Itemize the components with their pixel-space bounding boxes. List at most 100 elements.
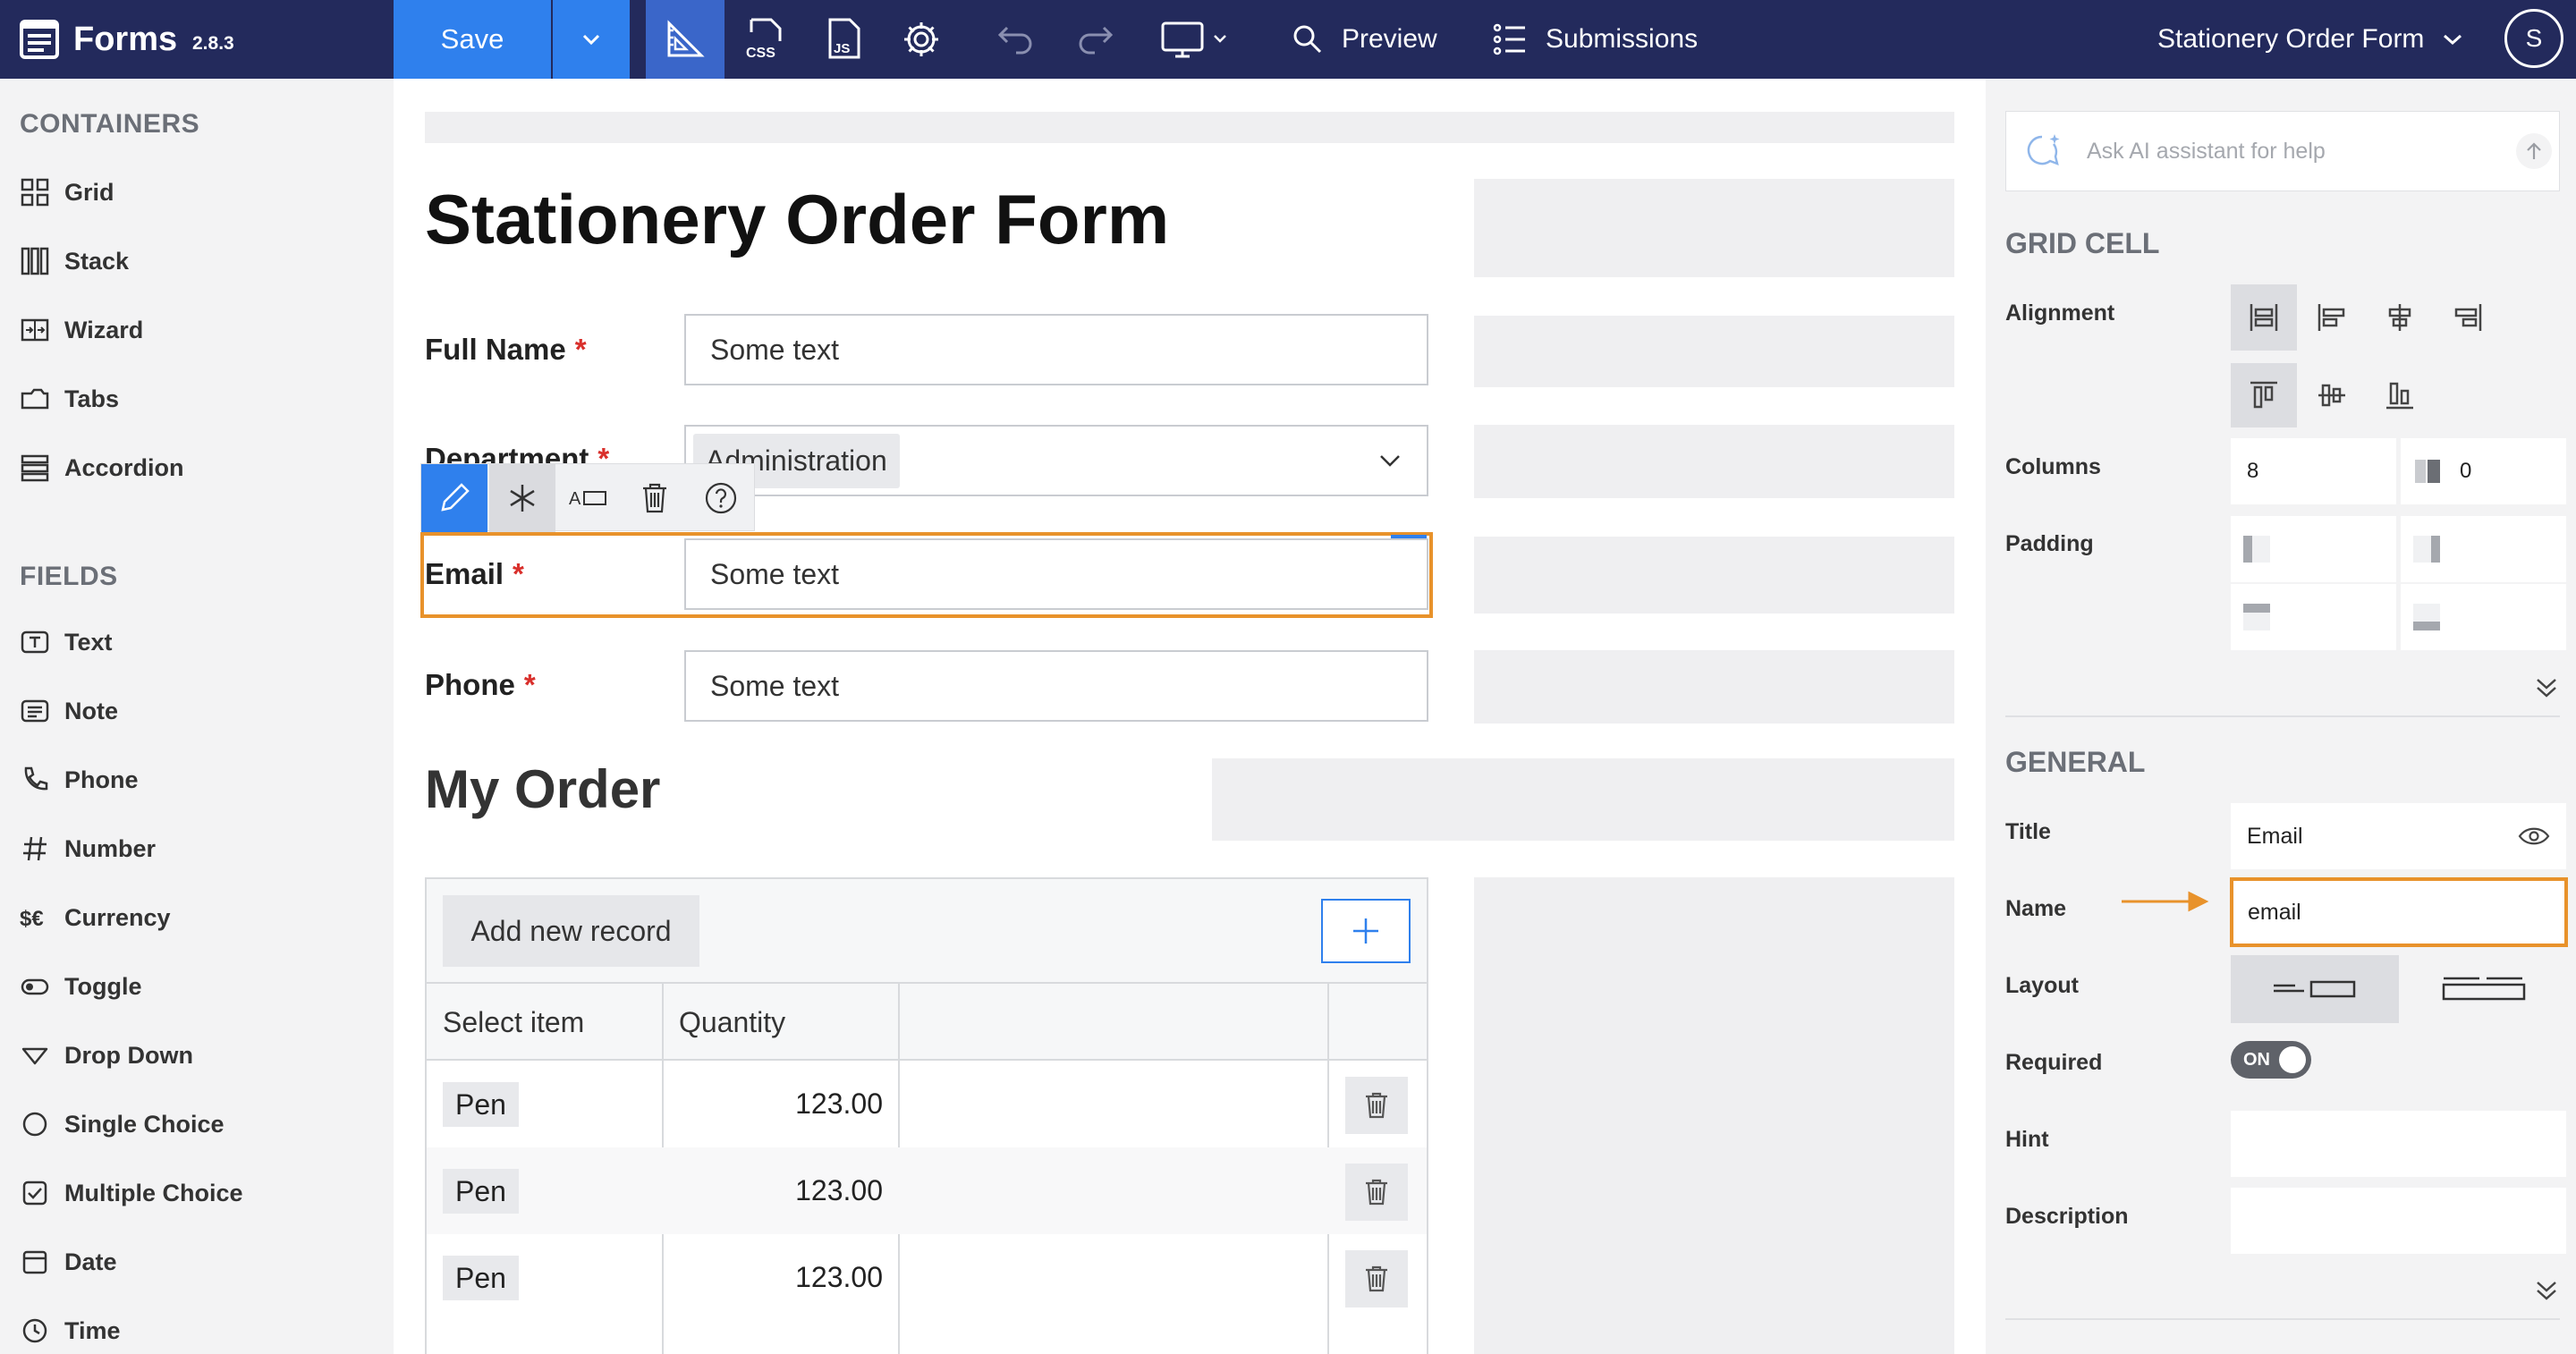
edit-element-button[interactable] <box>421 464 487 532</box>
item-chip[interactable]: Pen <box>443 1169 519 1214</box>
sidebar-item-label: Single Choice <box>64 1110 225 1138</box>
placeholder-cell[interactable] <box>1212 758 1954 841</box>
description-input[interactable] <box>2231 1188 2566 1254</box>
form-title[interactable]: Stationery Order Form <box>425 179 1169 260</box>
dropdown-icon <box>20 1040 50 1071</box>
placeholder-cell[interactable] <box>1474 537 1954 614</box>
device-preview-button[interactable] <box>1161 0 1236 79</box>
section-divider <box>2005 1318 2560 1320</box>
align-stretch-button[interactable] <box>2231 284 2297 351</box>
label-position-button[interactable]: A <box>555 464 622 532</box>
sidebar-item-dropdown[interactable]: Drop Down <box>20 1033 193 1078</box>
item-chip[interactable]: Pen <box>443 1082 519 1127</box>
add-new-record-button[interactable]: Add new record <box>443 895 699 967</box>
preview-button[interactable]: Preview <box>1342 0 1437 79</box>
sidebar-item-stack[interactable]: Stack <box>20 239 129 283</box>
sidebar-item-date[interactable]: Date <box>20 1240 117 1284</box>
hint-input[interactable] <box>2231 1111 2566 1177</box>
chevron-down-icon <box>1380 455 1400 467</box>
add-row-button[interactable] <box>1321 899 1411 963</box>
placeholder-cell[interactable] <box>1474 316 1954 387</box>
item-chip[interactable]: Pen <box>443 1256 519 1300</box>
sidebar-item-multiple-choice[interactable]: Multiple Choice <box>20 1171 243 1215</box>
quantity-cell[interactable]: 123.00 <box>679 1061 883 1147</box>
sidebar-item-note[interactable]: Note <box>20 689 118 733</box>
redo-icon <box>1079 26 1114 55</box>
sidebar-item-currency[interactable]: $€ Currency <box>20 895 171 940</box>
sidebar-item-phone[interactable]: Phone <box>20 757 139 802</box>
form-selector[interactable]: Stationery Order Form <box>2157 0 2463 79</box>
sidebar-item-single-choice[interactable]: Single Choice <box>20 1102 225 1147</box>
columns-input[interactable]: 8 <box>2231 438 2396 504</box>
delete-row-button[interactable] <box>1345 1250 1408 1307</box>
required-toggle[interactable]: ON <box>2231 1041 2311 1079</box>
top-toolbar: Forms 2.8.3 Save CSS JS Preview Submissi… <box>0 0 2576 79</box>
help-button[interactable] <box>688 464 754 532</box>
settings-button[interactable] <box>894 0 948 79</box>
padding-right-input[interactable] <box>2401 516 2566 582</box>
asterisk-icon <box>510 485 535 512</box>
expand-grid-cell-button[interactable] <box>2535 676 2558 699</box>
align-left-button[interactable] <box>2299 284 2365 351</box>
designer-mode-button[interactable] <box>646 0 724 79</box>
layout-stacked-button[interactable] <box>2401 955 2569 1023</box>
order-section-title[interactable]: My Order <box>425 758 660 820</box>
placeholder-cell[interactable] <box>425 112 1954 143</box>
expand-general-button[interactable] <box>2535 1279 2558 1302</box>
name-input[interactable]: email <box>2230 877 2568 947</box>
sidebar-item-accordion[interactable]: Accordion <box>20 445 184 490</box>
align-center-button[interactable] <box>2367 284 2433 351</box>
field-label-text: Phone <box>425 668 515 701</box>
sidebar-item-time[interactable]: Time <box>20 1308 121 1353</box>
delete-row-button[interactable] <box>1345 1077 1408 1134</box>
phone-input[interactable]: Some text <box>684 650 1428 722</box>
quantity-cell[interactable]: 123.00 <box>679 1147 883 1234</box>
padding-left-input[interactable] <box>2231 516 2396 582</box>
sidebar-item-number[interactable]: Number <box>20 826 156 871</box>
avatar[interactable]: S <box>2504 9 2563 68</box>
redo-button[interactable] <box>1070 0 1120 79</box>
title-input[interactable]: Email <box>2231 803 2566 869</box>
valign-top-button[interactable] <box>2231 363 2297 427</box>
chevron-down-icon <box>582 34 600 46</box>
delete-element-button[interactable] <box>622 464 688 532</box>
sidebar-item-grid[interactable]: Grid <box>20 170 114 215</box>
padding-right-icon <box>2413 536 2440 563</box>
full-name-input[interactable]: Some text <box>684 314 1428 385</box>
ai-assistant-input[interactable]: Ask AI assistant for help <box>2005 111 2560 191</box>
padding-top-input[interactable] <box>2231 584 2396 650</box>
undo-button[interactable] <box>991 0 1041 79</box>
sidebar-item-toggle[interactable]: Toggle <box>20 964 141 1009</box>
js-editor-button[interactable]: JS <box>814 0 873 79</box>
offset-input[interactable]: 0 <box>2401 438 2566 504</box>
sidebar-item-label: Number <box>64 834 157 862</box>
sidebar-item-wizard[interactable]: Wizard <box>20 308 143 352</box>
required-toggle-button[interactable] <box>489 464 555 532</box>
save-options-button[interactable] <box>553 0 630 79</box>
column-header-quantity[interactable]: Quantity <box>679 984 785 1061</box>
delete-row-button[interactable] <box>1345 1164 1408 1221</box>
stack-icon <box>20 246 50 276</box>
placeholder-cell[interactable] <box>1474 650 1954 724</box>
email-input[interactable]: Some text <box>684 538 1428 610</box>
valign-bottom-button[interactable] <box>2367 363 2433 427</box>
padding-bottom-input[interactable] <box>2401 584 2566 650</box>
ai-send-button[interactable] <box>2516 133 2552 169</box>
submissions-button[interactable]: Submissions <box>1546 0 1698 79</box>
column-header-item[interactable]: Select item <box>443 984 584 1061</box>
layout-inline-button[interactable] <box>2231 955 2399 1023</box>
valign-middle-button[interactable] <box>2299 363 2365 427</box>
placeholder-cell[interactable] <box>1474 425 1954 498</box>
placeholder-cell[interactable] <box>1474 877 1954 1354</box>
save-button[interactable]: Save <box>394 0 551 79</box>
css-editor-button[interactable]: CSS <box>735 0 794 79</box>
pencil-icon <box>441 483 470 512</box>
align-left-icon <box>2318 304 2345 331</box>
sidebar-item-text[interactable]: Text <box>20 620 113 664</box>
quantity-cell[interactable]: 123.00 <box>679 1234 883 1321</box>
align-right-button[interactable] <box>2435 284 2501 351</box>
department-select[interactable]: Administration <box>684 425 1428 496</box>
sidebar-item-tabs[interactable]: Tabs <box>20 377 119 421</box>
placeholder-cell[interactable] <box>1474 179 1954 277</box>
checkbox-icon <box>20 1178 50 1208</box>
